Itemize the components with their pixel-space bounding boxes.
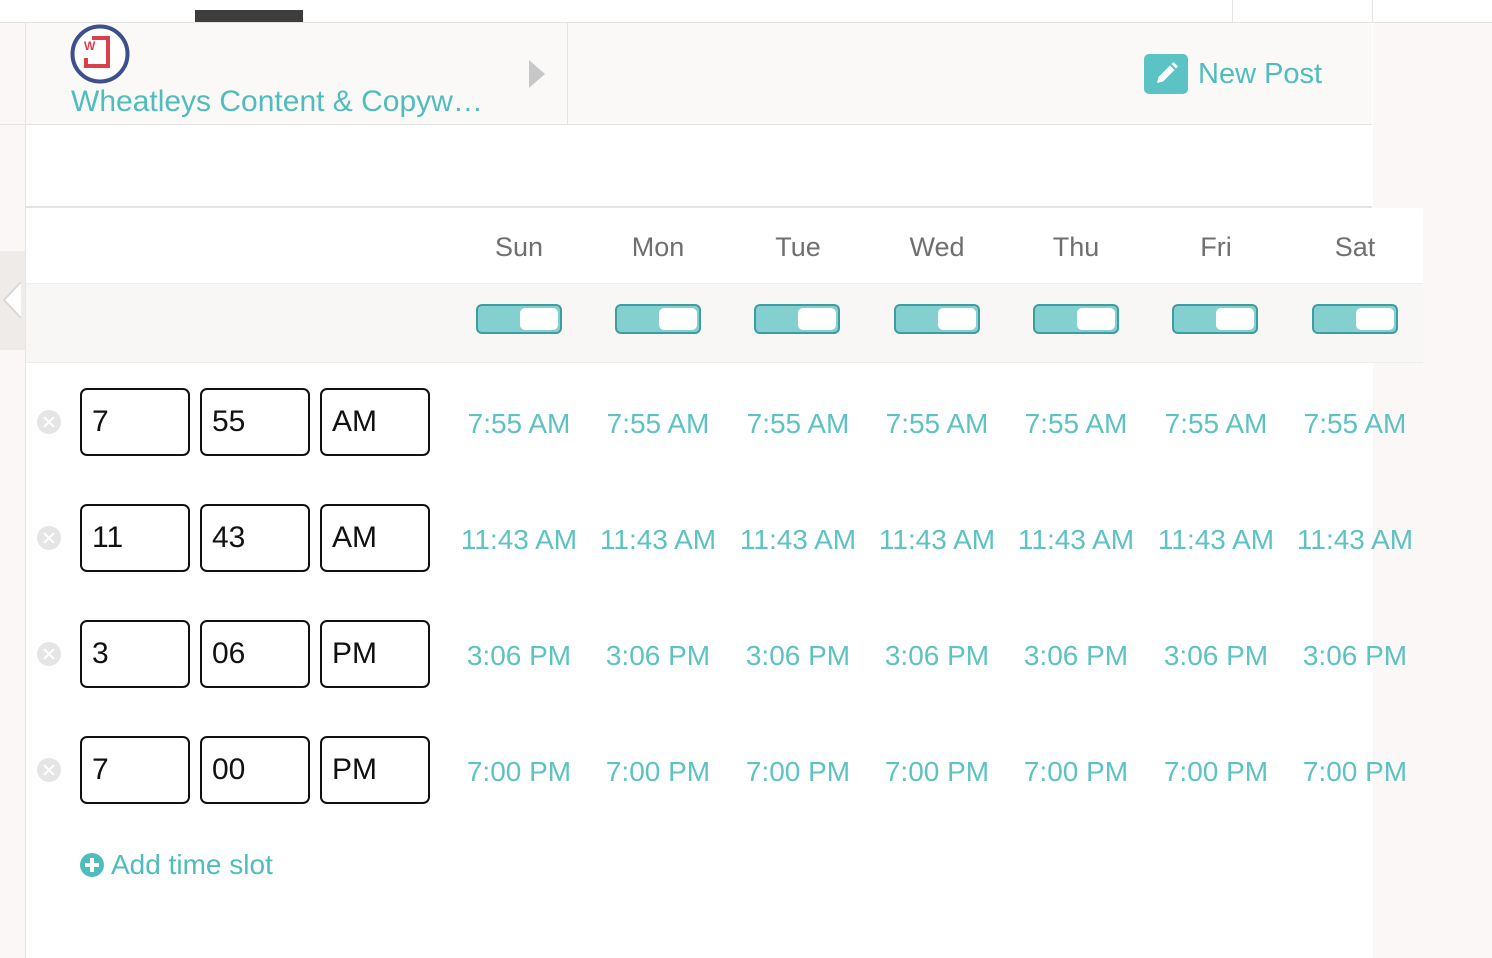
minute-input[interactable] [200, 504, 310, 572]
toolbar-spacer [26, 125, 1372, 208]
left-sidebar-edge [0, 23, 26, 958]
pencil-icon [1144, 54, 1188, 94]
day-label-tue: Tue [775, 232, 821, 262]
slot-time-sat[interactable]: 7:55 AM [1285, 408, 1425, 440]
remove-slot-icon[interactable] [37, 526, 61, 550]
slot-time-thu[interactable]: 7:55 AM [1006, 408, 1146, 440]
divider [1372, 0, 1373, 22]
period-select[interactable] [320, 620, 430, 688]
minute-input[interactable] [200, 736, 310, 804]
add-time-slot-button[interactable]: Add time slot [80, 849, 273, 881]
day-toggle-row [26, 284, 1423, 363]
toggle-knob [1077, 308, 1115, 330]
time-slot-row: 7:00 PM 7:00 PM 7:00 PM 7:00 PM 7:00 PM … [26, 712, 1423, 828]
slot-time-sun[interactable]: 11:43 AM [449, 524, 589, 556]
divider [1232, 0, 1233, 22]
day-label-fri: Fri [1200, 232, 1232, 262]
slot-time-wed[interactable]: 7:55 AM [867, 408, 1007, 440]
toggle-knob [1216, 308, 1254, 330]
minute-input[interactable] [200, 388, 310, 456]
slot-time-tue[interactable]: 7:55 AM [728, 408, 868, 440]
hour-input[interactable] [80, 620, 190, 688]
toggle-knob [520, 308, 558, 330]
profile-header: W Wheatleys Content & Copywriting New Po… [26, 23, 1372, 125]
toggle-knob [659, 308, 697, 330]
toggle-tue[interactable] [754, 304, 840, 334]
slot-time-fri[interactable]: 7:00 PM [1146, 756, 1286, 788]
hour-input[interactable] [80, 736, 190, 804]
toggle-knob [1356, 308, 1394, 330]
chevron-left-icon[interactable] [2, 280, 22, 320]
minute-input[interactable] [200, 620, 310, 688]
new-post-label: New Post [1198, 57, 1323, 90]
toggle-knob [798, 308, 836, 330]
slot-time-sun[interactable]: 7:55 AM [449, 408, 589, 440]
day-label-thu: Thu [1052, 232, 1100, 262]
slot-time-thu[interactable]: 7:00 PM [1006, 756, 1146, 788]
period-select[interactable] [320, 736, 430, 804]
slot-time-mon[interactable]: 3:06 PM [588, 640, 728, 672]
slot-time-mon[interactable]: 11:43 AM [588, 524, 728, 556]
top-tab-strip [0, 0, 1492, 23]
slot-time-thu[interactable]: 3:06 PM [1006, 640, 1146, 672]
slot-time-sat[interactable]: 11:43 AM [1285, 524, 1425, 556]
account-logo: W [70, 24, 130, 84]
plus-circle-icon [80, 853, 104, 877]
slot-time-thu[interactable]: 11:43 AM [1006, 524, 1146, 556]
toggle-fri[interactable] [1172, 304, 1258, 334]
slot-time-sun[interactable]: 7:00 PM [449, 756, 589, 788]
time-slot-row: 7:55 AM 7:55 AM 7:55 AM 7:55 AM 7:55 AM … [26, 364, 1423, 480]
slot-time-tue[interactable]: 11:43 AM [728, 524, 868, 556]
slot-time-tue[interactable]: 3:06 PM [728, 640, 868, 672]
add-time-slot-label: Add time slot [111, 849, 273, 880]
day-header-row: Sun Mon Tue Wed Thu Fri Sat [26, 208, 1423, 284]
caret-right-icon[interactable] [529, 60, 545, 88]
divider [0, 124, 25, 125]
time-slot-row: 11:43 AM 11:43 AM 11:43 AM 11:43 AM 11:4… [26, 480, 1423, 596]
time-slot-row: 3:06 PM 3:06 PM 3:06 PM 3:06 PM 3:06 PM … [26, 596, 1423, 712]
slot-time-sat[interactable]: 3:06 PM [1285, 640, 1425, 672]
toggle-wed[interactable] [894, 304, 980, 334]
slot-time-fri[interactable]: 3:06 PM [1146, 640, 1286, 672]
day-label-sun: Sun [494, 232, 544, 262]
account-name[interactable]: Wheatleys Content & Copywriting [71, 85, 491, 119]
slot-time-mon[interactable]: 7:55 AM [588, 408, 728, 440]
slot-time-fri[interactable]: 7:55 AM [1146, 408, 1286, 440]
toggle-sun[interactable] [476, 304, 562, 334]
period-select[interactable] [320, 504, 430, 572]
slot-time-fri[interactable]: 11:43 AM [1146, 524, 1286, 556]
new-post-button[interactable]: New Post [1144, 53, 1322, 95]
slot-time-wed[interactable]: 7:00 PM [867, 756, 1007, 788]
slot-time-tue[interactable]: 7:00 PM [728, 756, 868, 788]
day-label-sat: Sat [1334, 232, 1376, 262]
day-label-mon: Mon [631, 232, 685, 262]
toggle-knob [938, 308, 976, 330]
remove-slot-icon[interactable] [37, 642, 61, 666]
day-label-wed: Wed [909, 232, 965, 262]
hour-input[interactable] [80, 504, 190, 572]
slot-time-mon[interactable]: 7:00 PM [588, 756, 728, 788]
period-select[interactable] [320, 388, 430, 456]
svg-text:W: W [84, 39, 96, 53]
remove-slot-icon[interactable] [37, 410, 61, 434]
slot-time-sat[interactable]: 7:00 PM [1285, 756, 1425, 788]
active-tab-indicator [195, 10, 303, 22]
account-switcher[interactable]: W Wheatleys Content & Copywriting [26, 23, 568, 124]
slot-time-sun[interactable]: 3:06 PM [449, 640, 589, 672]
slot-time-wed[interactable]: 11:43 AM [867, 524, 1007, 556]
toggle-thu[interactable] [1033, 304, 1119, 334]
toggle-sat[interactable] [1312, 304, 1398, 334]
remove-slot-icon[interactable] [37, 758, 61, 782]
hour-input[interactable] [80, 388, 190, 456]
slot-time-wed[interactable]: 3:06 PM [867, 640, 1007, 672]
toggle-mon[interactable] [615, 304, 701, 334]
